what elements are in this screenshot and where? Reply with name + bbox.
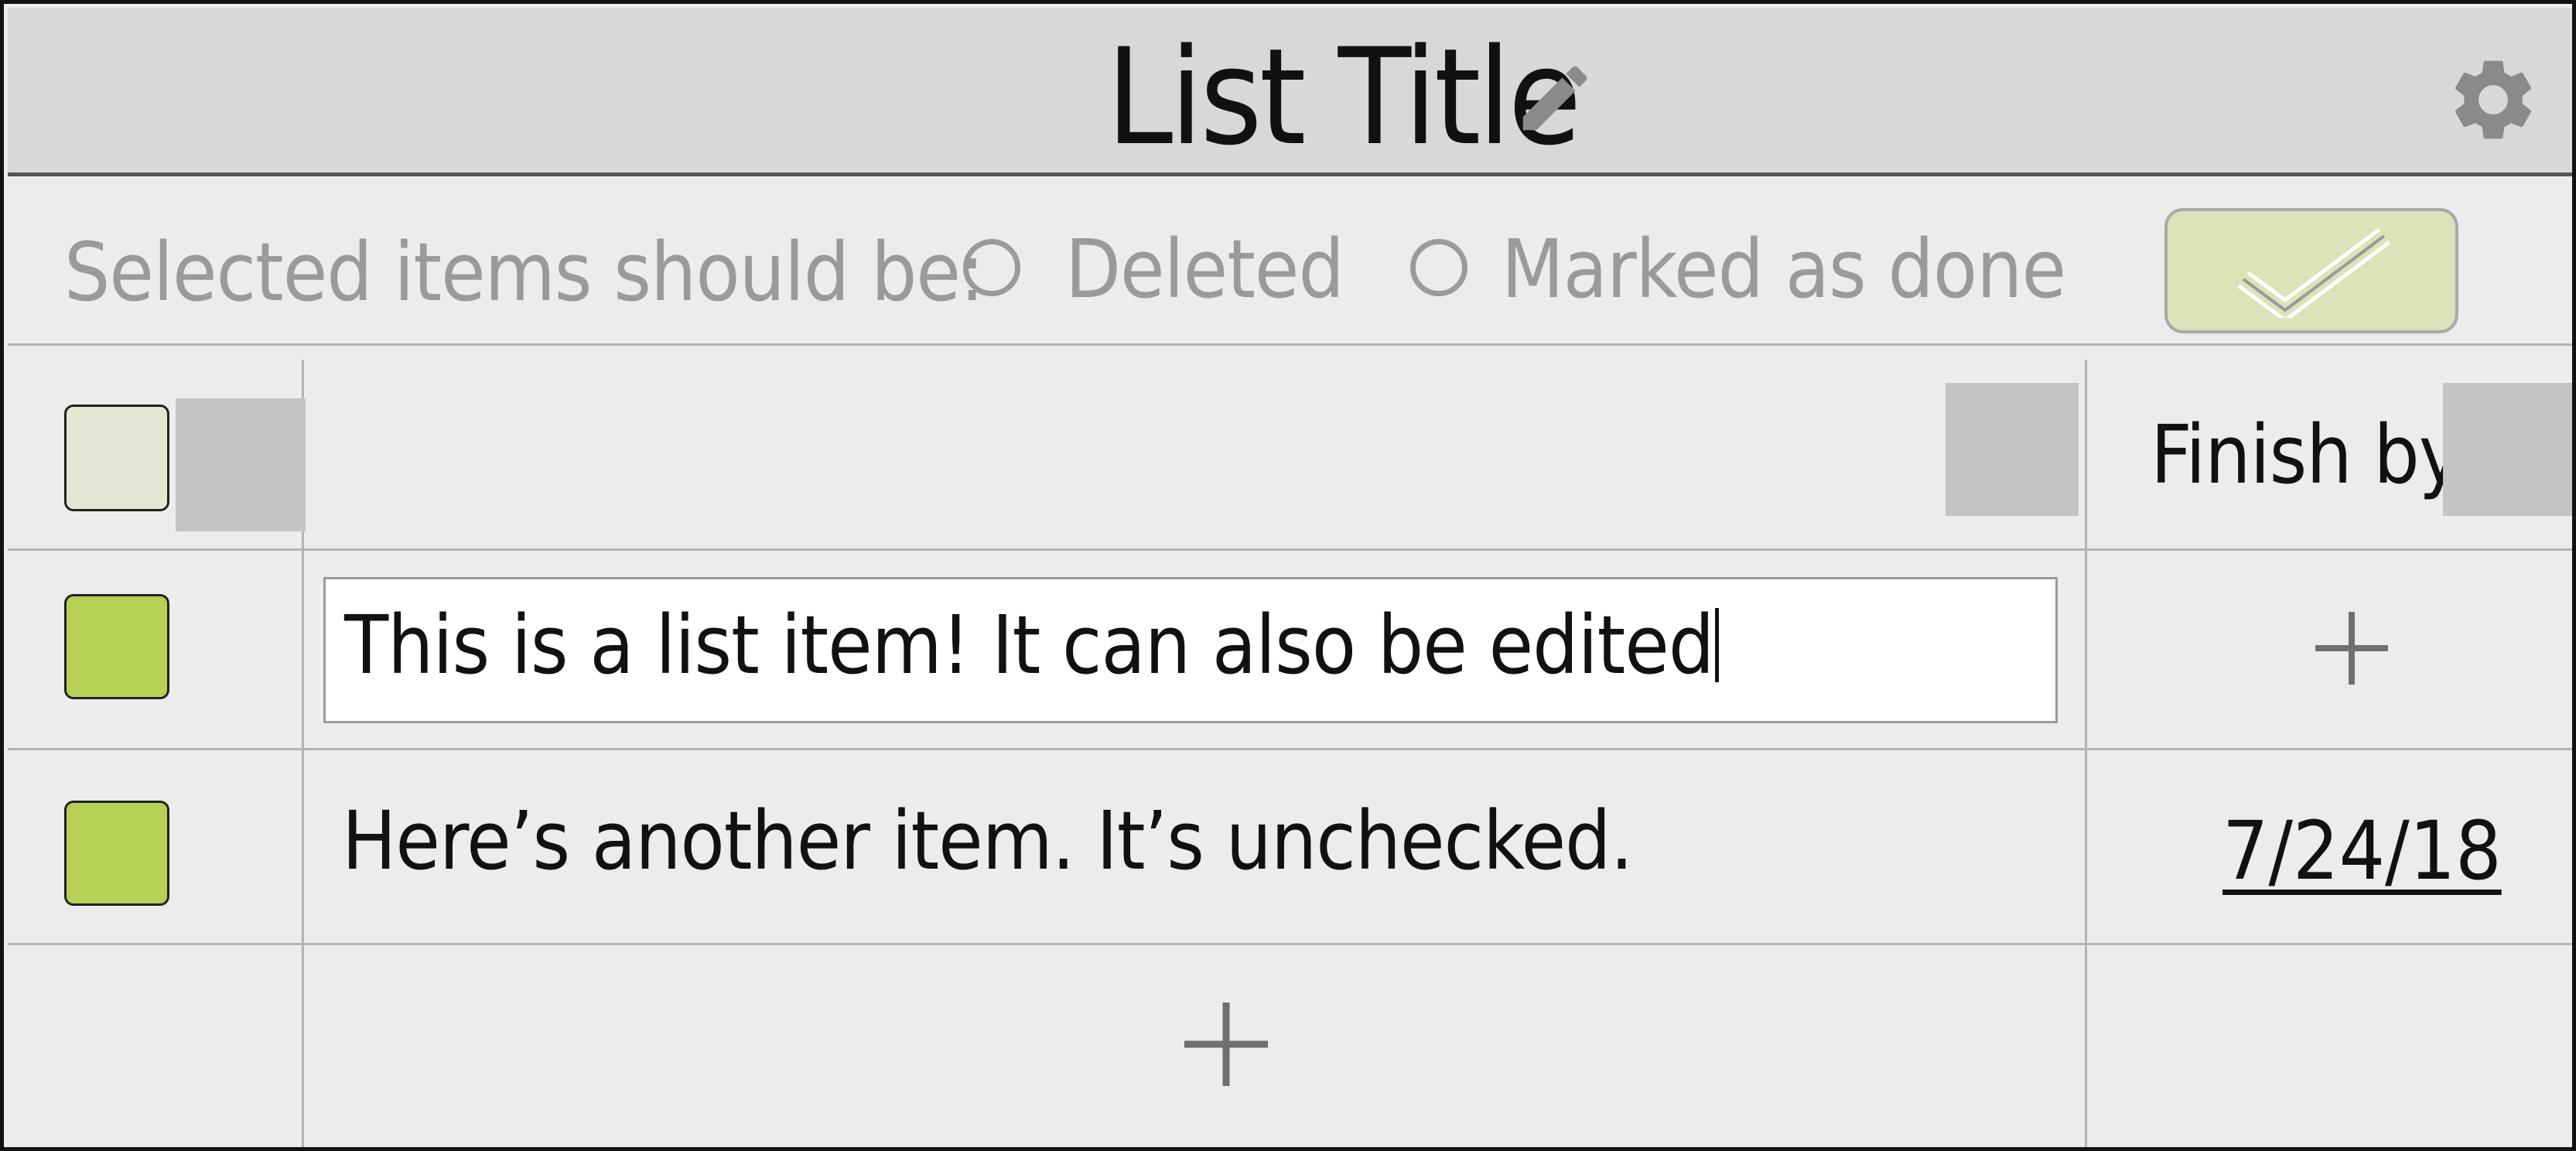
pencil-icon[interactable] <box>1512 56 1597 141</box>
title-bar: List Title <box>8 8 2572 176</box>
item-finish-by-date[interactable]: 7/24/18 <box>2222 808 2502 893</box>
confirm-button[interactable] <box>2164 208 2458 333</box>
plus-icon[interactable] <box>2294 590 2410 706</box>
checkmark-icon <box>2237 228 2390 318</box>
item-checkbox[interactable] <box>64 594 169 699</box>
divider <box>8 343 2572 346</box>
text-caret <box>1715 608 1720 682</box>
radio-deleted-label[interactable]: Deleted <box>1065 227 1344 312</box>
select-all-checkbox[interactable] <box>64 405 169 511</box>
divider <box>8 748 2572 750</box>
divider <box>8 943 2572 945</box>
radio-marked-done-label[interactable]: Marked as done <box>1502 227 2066 312</box>
item-text-value: This is a list item! It can also be edit… <box>344 598 1714 692</box>
sort-handle-placeholder[interactable] <box>176 398 306 531</box>
selection-action-label: Selected items should be: <box>64 225 985 319</box>
date-column-sort-placeholder[interactable] <box>2443 383 2572 516</box>
gear-icon[interactable] <box>2444 51 2542 149</box>
divider <box>8 548 2572 551</box>
plus-icon[interactable] <box>1164 982 1288 1106</box>
list-title: List Title <box>1106 19 1582 175</box>
item-checkbox[interactable] <box>64 801 169 906</box>
text-column-sort-placeholder[interactable] <box>1946 383 2079 516</box>
radio-marked-done[interactable] <box>1410 239 1467 296</box>
finish-by-header: Finish by: <box>2151 408 2479 502</box>
item-text-input[interactable]: This is a list item! It can also be edit… <box>323 577 2058 723</box>
list-window: List Title Selected items should be: Del… <box>0 0 2576 1151</box>
item-text[interactable]: Here’s another item. It’s unchecked. <box>342 798 1633 883</box>
column-divider <box>2085 360 2087 1147</box>
radio-deleted[interactable] <box>963 239 1020 296</box>
